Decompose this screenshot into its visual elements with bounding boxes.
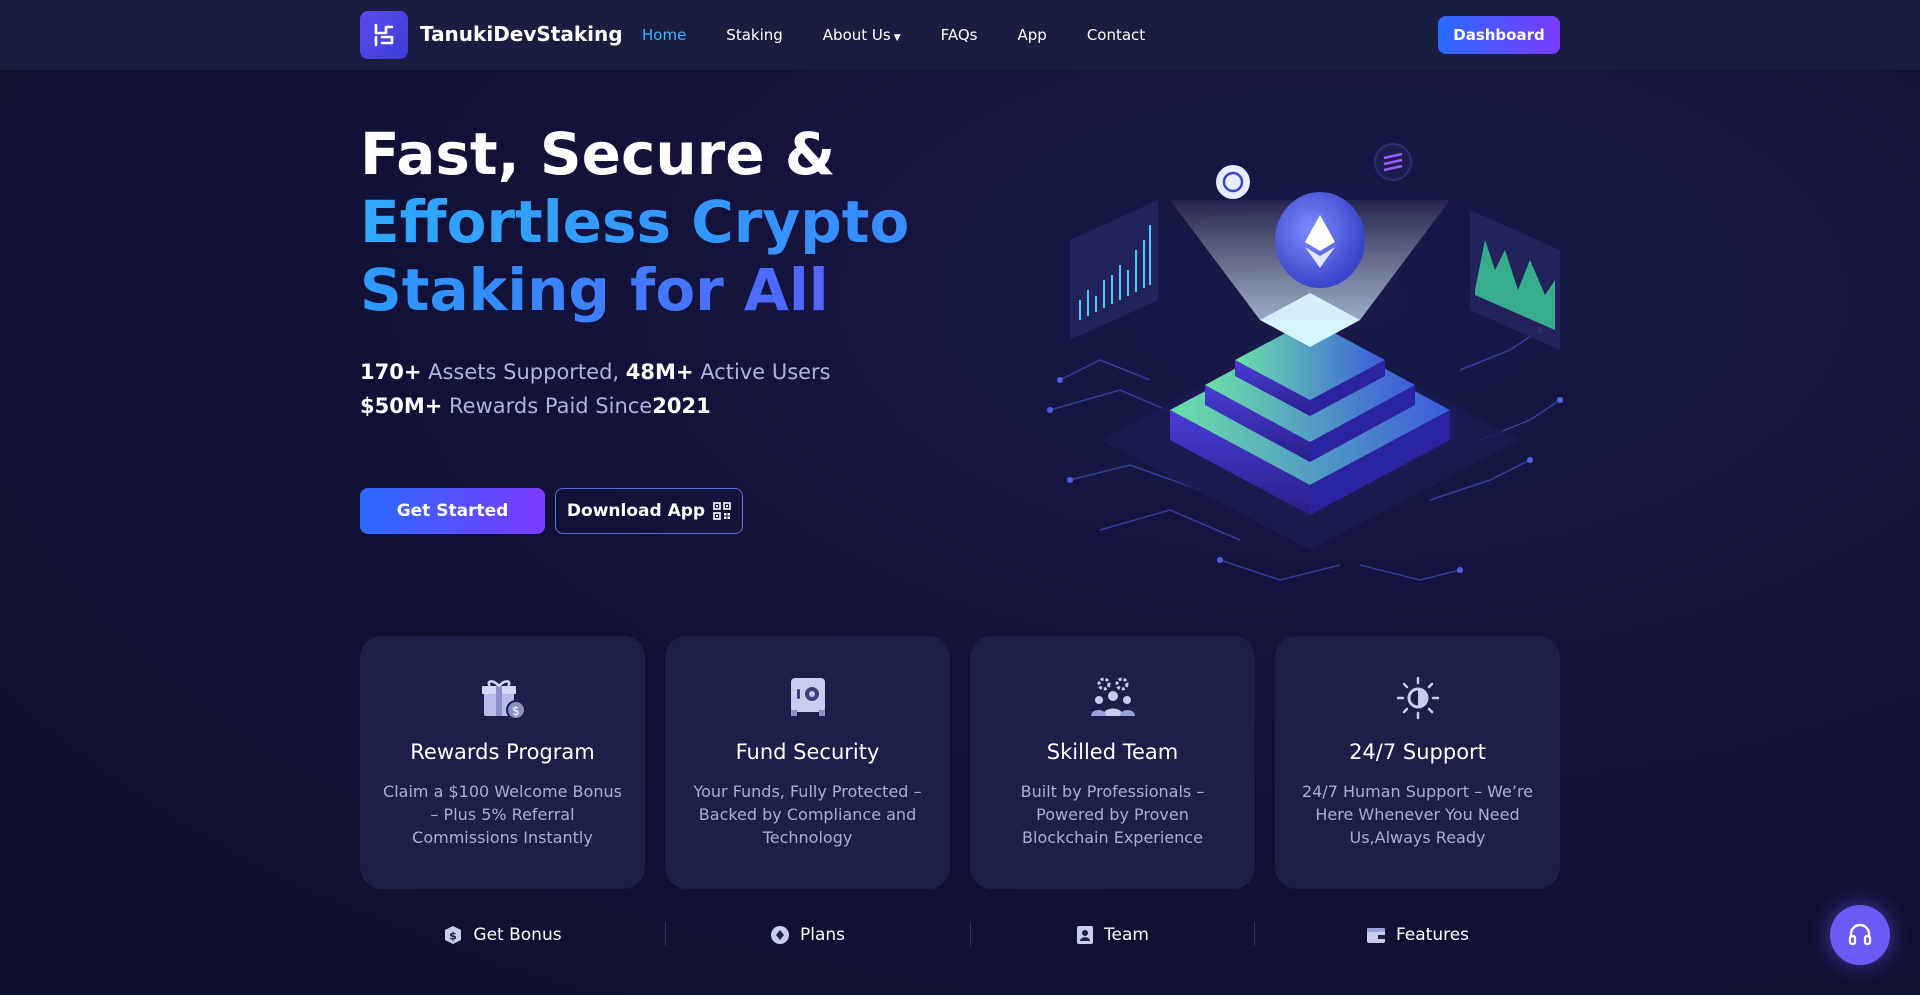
team-label: Team: [1104, 925, 1149, 945]
headset-icon: [1848, 923, 1872, 946]
id-badge-icon: [1077, 926, 1094, 944]
stat-assets-label: Assets Supported,: [428, 360, 620, 384]
safe-icon: [665, 676, 950, 720]
qr-code-icon: [713, 502, 731, 520]
nav-link-app[interactable]: App: [1018, 26, 1047, 44]
card-description: Your Funds, Fully Protected – Backed by …: [693, 782, 922, 847]
card-description: Built by Professionals – Powered by Prov…: [1020, 782, 1205, 847]
hero-stats-line2: $50M+ Rewards Paid Since2021: [360, 394, 711, 418]
card-title: Skilled Team: [1046, 740, 1179, 764]
hero-stats-line1: 170+ Assets Supported, 48M+ Active Users: [360, 360, 831, 384]
features-label: Features: [1395, 925, 1470, 945]
svg-text:$: $: [450, 930, 458, 943]
download-app-label: Download App: [566, 501, 706, 521]
hero-headline-line2: Effortless Crypto: [360, 188, 910, 256]
wallet-icon: [1366, 928, 1385, 943]
card-skilled-team[interactable]: Skilled Team Built by Professionals – Po…: [970, 636, 1255, 889]
stat-users-label: Active Users: [700, 360, 831, 384]
nav-link-about-us[interactable]: About Us ▼: [823, 26, 901, 44]
logo-icon[interactable]: [360, 11, 408, 59]
brand-name[interactable]: TanukiDevStaking: [420, 22, 623, 46]
nav-links: Home Staking About Us ▼ FAQs App Contact: [642, 0, 1185, 70]
card-title: Rewards Program: [410, 740, 595, 764]
plans-link[interactable]: Plans: [665, 920, 950, 950]
gift-icon: $: [360, 676, 645, 720]
nav-link-about-us-label: About Us: [822, 26, 891, 44]
nav-link-staking[interactable]: Staking: [726, 26, 782, 44]
dollar-shield-icon: $: [445, 926, 462, 944]
card-rewards-program[interactable]: $ Rewards Program Claim a $100 Welcome B…: [360, 636, 645, 889]
get-bonus-label: Get Bonus: [473, 925, 562, 945]
stat-assets-value: 170+: [360, 360, 422, 384]
svg-text:$: $: [512, 704, 520, 718]
card-24-7-support[interactable]: 24/7 Support 24/7 Human Support – We’re …: [1275, 636, 1560, 889]
card-description: 24/7 Human Support – We’re Here Whenever…: [1301, 782, 1534, 847]
stat-rewards-value: $50M+: [360, 394, 443, 418]
crypto-staking-illustration: [1047, 143, 1563, 581]
download-app-button[interactable]: Download App: [555, 488, 743, 534]
nav-link-home[interactable]: Home: [642, 26, 686, 44]
team-link[interactable]: Team: [970, 920, 1255, 950]
plans-label: Plans: [799, 925, 846, 945]
hero-headline-line3: Staking for All: [360, 256, 829, 324]
dashboard-button[interactable]: Dashboard: [1438, 16, 1560, 54]
support-chat-button[interactable]: [1830, 905, 1890, 965]
stat-year-value: 2021: [652, 394, 711, 418]
nav-link-contact[interactable]: Contact: [1087, 26, 1145, 44]
card-title: Fund Security: [735, 740, 880, 764]
plans-icon: [770, 926, 789, 944]
features-link[interactable]: Features: [1275, 920, 1560, 950]
get-bonus-link[interactable]: $ Get Bonus: [360, 920, 645, 950]
divider: [1254, 922, 1255, 946]
get-started-button[interactable]: Get Started: [360, 488, 545, 534]
support-sun-icon: [1275, 676, 1560, 720]
card-title: 24/7 Support: [1349, 740, 1486, 764]
stat-rewards-label: Rewards Paid Since: [449, 394, 653, 418]
hero-headline-line1: Fast, Secure &: [360, 120, 836, 188]
stat-users-value: 48M+: [625, 360, 694, 384]
caret-down-icon: ▼: [893, 33, 901, 43]
top-navbar: TanukiDevStaking Home Staking About Us ▼ …: [0, 0, 1920, 70]
card-fund-security[interactable]: Fund Security Your Funds, Fully Protecte…: [665, 636, 950, 889]
card-description: Claim a $100 Welcome Bonus – Plus 5% Ref…: [383, 782, 622, 847]
team-icon: [970, 676, 1255, 720]
nav-link-faqs[interactable]: FAQs: [941, 26, 978, 44]
